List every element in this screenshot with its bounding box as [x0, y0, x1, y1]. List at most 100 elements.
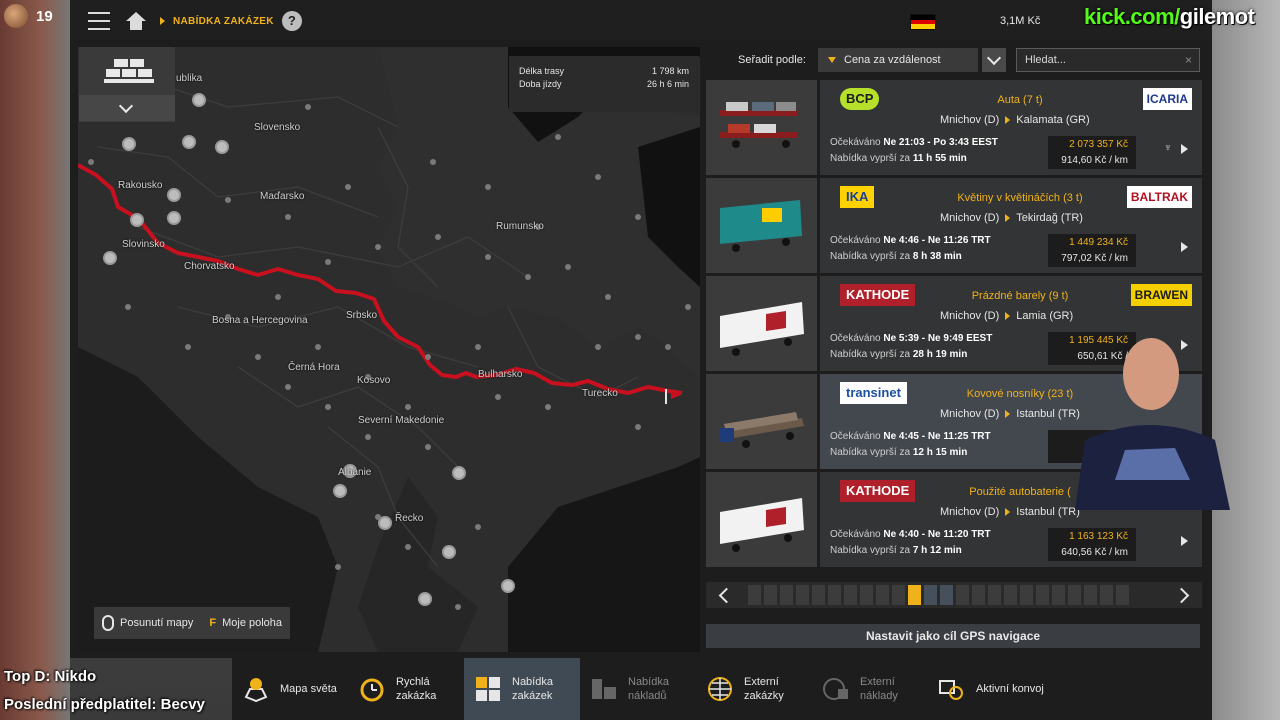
offer-expiry: Nabídka vyprší za 28 h 19 min: [830, 349, 967, 360]
play-icon[interactable]: [1181, 242, 1188, 252]
expires-label: Nabídka vyprší za: [830, 153, 911, 164]
nav-world-map[interactable]: Mapa světa: [232, 658, 348, 720]
nav-quick-job[interactable]: Rychlá zakázka: [348, 658, 464, 720]
expires-label: Nabídka vyprší za: [830, 251, 911, 262]
breadcrumb-arrow-icon: [160, 17, 165, 25]
job-row[interactable]: IKA Květiny v květináčích (3 t) BALTRAK …: [706, 178, 1202, 275]
route-map[interactable]: ublika Slovensko Rakousko Maďarsko Rumun…: [78, 47, 700, 652]
expected-label: Očekáváno: [830, 333, 881, 344]
nav-external-jobs[interactable]: Externí zakázky: [696, 658, 812, 720]
page-dot[interactable]: [940, 585, 953, 605]
top-bar: NABÍDKA ZAKÁZEK ? 3,1M Kč: [70, 0, 1212, 42]
page-dot[interactable]: [924, 585, 937, 605]
company-logo: KATHODE: [840, 284, 916, 306]
cargo-name: Auta (7 t): [997, 94, 1043, 106]
grid-icon: [474, 675, 502, 703]
map-label: Bosna a Hercegovina: [212, 315, 308, 326]
page-dot[interactable]: [892, 585, 905, 605]
nav-label: Aktivní konvoj: [976, 683, 1044, 695]
page-dot[interactable]: [748, 585, 761, 605]
expires-label: Nabídka vyprší za: [830, 349, 911, 360]
expected-label: Očekáváno: [830, 529, 881, 540]
page-dot-current[interactable]: [908, 585, 921, 605]
map-label: Slovinsko: [122, 239, 165, 250]
chevron-down-icon[interactable]: [982, 48, 1006, 72]
page-indicators: [748, 585, 1129, 605]
page-dot[interactable]: [1052, 585, 1065, 605]
page-dot[interactable]: [956, 585, 969, 605]
page-dot[interactable]: [1084, 585, 1097, 605]
previous-page-icon[interactable]: [706, 582, 742, 608]
price-per-km: 797,02 Kč / km: [1061, 253, 1128, 264]
top-donor-text: Top D: Nikdo: [4, 668, 97, 685]
arrow-icon: [1005, 116, 1011, 124]
route-from: Mnichov (D): [940, 310, 1000, 322]
home-icon[interactable]: [126, 12, 146, 30]
price: 2 073 357 Kč: [1069, 139, 1128, 150]
page-dot[interactable]: [780, 585, 793, 605]
map-label: Albánie: [338, 467, 372, 478]
page-dot[interactable]: [1020, 585, 1033, 605]
play-icon[interactable]: [1181, 144, 1188, 154]
page-dot[interactable]: [1036, 585, 1049, 605]
page-dot[interactable]: [812, 585, 825, 605]
map-graphic: [78, 47, 700, 652]
job-row[interactable]: BCP Auta (7 t) ICARIA Mnichov (D) Kalamat…: [706, 80, 1202, 177]
nav-label: Nabídka nákladů: [628, 676, 669, 702]
help-icon[interactable]: ?: [281, 11, 302, 31]
sort-select[interactable]: Cena za vzdálenost: [818, 48, 978, 72]
page-dot[interactable]: [1068, 585, 1081, 605]
job-market-window: ublika Slovensko Rakousko Maďarsko Rumun…: [70, 40, 1212, 658]
nav-label: Nabídka zakázek: [512, 676, 553, 702]
client-logo: BALTRAK: [1126, 186, 1192, 208]
search-input[interactable]: Hledat... ×: [1016, 48, 1200, 72]
clear-icon[interactable]: ×: [1185, 49, 1192, 71]
sort-bar: Seřadit podle: Cena za vzdálenost Hledat…: [706, 48, 1206, 74]
page-dot[interactable]: [972, 585, 985, 605]
page-dot[interactable]: [860, 585, 873, 605]
price-per-km: 640,56 Kč / km: [1061, 547, 1128, 558]
expires-value: 28 h 19 min: [912, 349, 968, 360]
page-dot[interactable]: [1116, 585, 1129, 605]
page-dot[interactable]: [1100, 585, 1113, 605]
nav-label: Mapa světa: [280, 683, 337, 695]
convoy-icon: [938, 675, 966, 703]
pagination: [706, 582, 1202, 608]
route-from: Mnichov (D): [940, 114, 1000, 126]
route: Mnichov (D) Lamia (GR): [940, 310, 1073, 322]
sort-label: Seřadit podle:: [738, 54, 806, 66]
flatbed-trailer-thumbnail: [706, 374, 817, 469]
trophy-icon: ♆: [1163, 142, 1172, 154]
map-label: Černá Hora: [288, 362, 340, 373]
nav-active-convoy[interactable]: Aktivní konvoj: [928, 658, 1044, 720]
next-page-icon[interactable]: [1166, 582, 1202, 608]
route-from: Mnichov (D): [940, 408, 1000, 420]
page-dot[interactable]: [796, 585, 809, 605]
map-label: Severní Makedonie: [358, 415, 445, 426]
nav-external-cargo[interactable]: Externí náklady: [812, 658, 928, 720]
map-label: Maďarsko: [260, 191, 305, 202]
last-subscriber-text: Poslední předplatitel: Becvy: [4, 696, 205, 713]
expected-label: Očekáváno: [830, 235, 881, 246]
page-dot[interactable]: [1004, 585, 1017, 605]
page-dot[interactable]: [988, 585, 1001, 605]
my-position-button[interactable]: Moje poloha: [222, 617, 282, 629]
page-dot[interactable]: [844, 585, 857, 605]
price-per-km: 914,60 Kč / km: [1061, 155, 1128, 166]
menu-icon[interactable]: [88, 12, 110, 30]
nav-label: Externí zakázky: [744, 676, 784, 702]
drive-time-label: Doba jízdy: [519, 79, 562, 89]
page-dot[interactable]: [876, 585, 889, 605]
offer-expiry: Nabídka vyprší za 11 h 55 min: [830, 153, 967, 164]
page-dot[interactable]: [764, 585, 777, 605]
set-gps-destination-button[interactable]: Nastavit jako cíl GPS navigace: [706, 624, 1200, 648]
play-icon[interactable]: [1181, 536, 1188, 546]
expected-time: Očekáváno Ne 4:45 - Ne 11:25 TRT: [830, 431, 991, 442]
price-box: 1 163 123 Kč 640,56 Kč / km: [1048, 528, 1136, 561]
nav-job-market[interactable]: Nabídka zakázek: [464, 658, 580, 720]
client-logo: ICARIA: [1142, 88, 1192, 110]
chevron-down-icon[interactable]: [79, 95, 175, 121]
nav-cargo-market[interactable]: Nabídka nákladů: [580, 658, 696, 720]
cargo-name: Prázdné barely (9 t): [971, 290, 1069, 302]
page-dot[interactable]: [828, 585, 841, 605]
